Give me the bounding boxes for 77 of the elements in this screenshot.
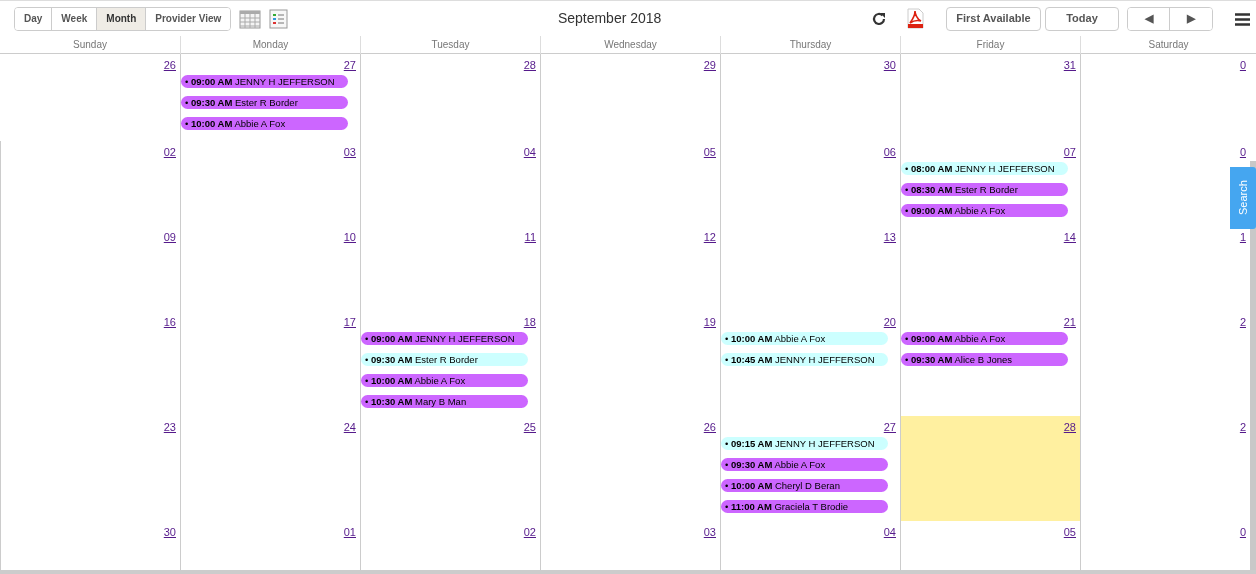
date-link[interactable]: 05: [703, 146, 716, 159]
date-link[interactable]: 0: [1239, 526, 1246, 539]
previous-button[interactable]: ◀: [1128, 7, 1170, 30]
menu-icon[interactable]: [1235, 13, 1250, 27]
weekday-header: Wednesday: [540, 36, 720, 54]
date-link[interactable]: 21: [1063, 316, 1076, 329]
date-link[interactable]: 0: [1239, 59, 1246, 72]
date-link[interactable]: 11: [524, 231, 536, 244]
appointment[interactable]: • 10:45 AM JENNY H JEFFERSON: [721, 353, 888, 366]
date-link[interactable]: 26: [163, 59, 176, 72]
appointment[interactable]: • 09:00 AM JENNY H JEFFERSON: [361, 332, 528, 345]
appointment[interactable]: • 09:00 AM JENNY H JEFFERSON: [181, 75, 348, 88]
date-link[interactable]: 03: [343, 146, 356, 159]
appointment[interactable]: • 11:00 AM Graciela T Brodie: [721, 500, 888, 513]
date-link[interactable]: 20: [883, 316, 896, 329]
list-icon[interactable]: [269, 8, 289, 29]
weekday-header: Sunday: [72, 38, 108, 52]
pdf-icon[interactable]: [907, 8, 924, 29]
appointment[interactable]: • 08:30 AM Ester R Border: [901, 183, 1068, 196]
date-link[interactable]: 04: [523, 146, 536, 159]
appointment[interactable]: • 09:30 AM Alice B Jones: [901, 353, 1068, 366]
appointment[interactable]: • 09:15 AM JENNY H JEFFERSON: [721, 437, 888, 450]
appointment[interactable]: • 09:30 AM Ester R Border: [181, 96, 348, 109]
date-link[interactable]: 1: [1239, 231, 1246, 244]
view-tab[interactable]: Day: [15, 7, 53, 30]
appointment[interactable]: • 10:30 AM Mary B Man: [361, 395, 528, 408]
date-link[interactable]: 01: [343, 526, 356, 539]
date-link[interactable]: 07: [1063, 146, 1076, 159]
date-link[interactable]: 10: [343, 231, 356, 244]
date-link[interactable]: 28: [1063, 421, 1076, 434]
month-title: September 2018: [556, 9, 663, 28]
appointment[interactable]: • 09:30 AM Ester R Border: [361, 353, 528, 366]
date-link[interactable]: 0: [1239, 146, 1246, 159]
date-link[interactable]: 27: [883, 421, 896, 434]
date-link[interactable]: 23: [163, 421, 176, 434]
appointment[interactable]: • 10:00 AM Cheryl D Beran: [721, 479, 888, 492]
appointment[interactable]: • 10:00 AM Abbie A Fox: [721, 332, 888, 345]
nav-button[interactable]: Today: [1045, 6, 1119, 31]
date-link[interactable]: 30: [163, 526, 176, 539]
date-link[interactable]: 17: [343, 316, 356, 329]
date-link[interactable]: 24: [343, 421, 356, 434]
weekday-header: Tuesday: [360, 36, 540, 54]
date-link[interactable]: 16: [163, 316, 176, 329]
nav-button[interactable]: First Available: [946, 6, 1041, 31]
appointment[interactable]: • 09:30 AM Abbie A Fox: [721, 458, 888, 471]
date-link[interactable]: 06: [883, 146, 896, 159]
date-link[interactable]: 14: [1063, 231, 1076, 244]
date-link[interactable]: 31: [1063, 59, 1076, 72]
appointment[interactable]: • 10:00 AM Abbie A Fox: [361, 374, 528, 387]
date-link[interactable]: 2: [1239, 421, 1246, 434]
weekday-header: Monday: [180, 36, 360, 54]
date-link[interactable]: 04: [883, 526, 896, 539]
refresh-icon[interactable]: [871, 10, 887, 27]
weekday-header: Friday: [900, 36, 1080, 54]
date-link[interactable]: 26: [703, 421, 716, 434]
date-link[interactable]: 25: [523, 421, 536, 434]
date-link[interactable]: 02: [163, 146, 176, 159]
date-link[interactable]: 18: [523, 316, 536, 329]
date-link[interactable]: 12: [703, 231, 716, 244]
appointment[interactable]: • 10:00 AM Abbie A Fox: [181, 117, 348, 130]
date-link[interactable]: 30: [883, 59, 896, 72]
date-link[interactable]: 03: [703, 526, 716, 539]
date-link[interactable]: 29: [703, 59, 716, 72]
appointment[interactable]: • 08:00 AM JENNY H JEFFERSON: [901, 162, 1068, 175]
appointment[interactable]: • 09:00 AM Abbie A Fox: [901, 204, 1068, 217]
view-tab[interactable]: Month: [97, 7, 147, 30]
weekday-header: Saturday: [1080, 36, 1256, 54]
date-link[interactable]: 27: [343, 59, 356, 72]
date-link[interactable]: 13: [883, 231, 896, 244]
date-link[interactable]: 2: [1239, 316, 1246, 329]
date-link[interactable]: 09: [163, 231, 176, 244]
date-link[interactable]: 28: [523, 59, 536, 72]
appointment[interactable]: • 09:00 AM Abbie A Fox: [901, 332, 1068, 345]
date-link[interactable]: 19: [703, 316, 716, 329]
date-link[interactable]: 05: [1063, 526, 1076, 539]
date-link[interactable]: 02: [523, 526, 536, 539]
weekday-header: Thursday: [720, 36, 900, 54]
